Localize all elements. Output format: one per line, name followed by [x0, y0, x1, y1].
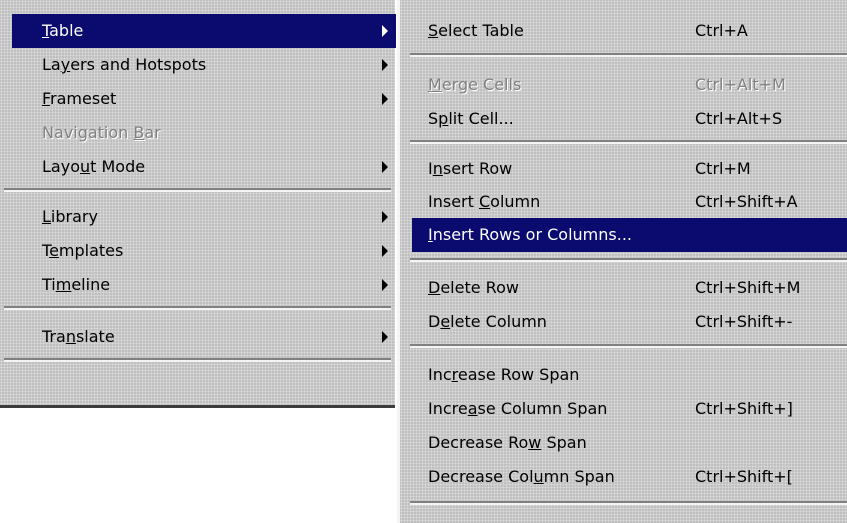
- menu-item-shortcut: Ctrl+Alt+S: [695, 109, 783, 128]
- menu-item-timeline[interactable]: Timeline: [12, 268, 396, 302]
- menu-item-layout-mode[interactable]: Layout Mode: [12, 150, 396, 184]
- submenu-arrow-icon: [382, 211, 388, 223]
- menu-item-shortcut: Ctrl+A: [695, 21, 748, 40]
- menu-item-label: Navigation Bar: [42, 123, 161, 142]
- submenu-arrow-icon: [382, 161, 388, 173]
- insert-menu-dropdown: Table Layers and Hotspots Frameset Navig…: [0, 0, 396, 408]
- submenu-arrow-icon: [382, 245, 388, 257]
- menu-item-insert-rows-or-columns[interactable]: Insert Rows or Columns...: [412, 218, 847, 252]
- menu-item-label: Translate: [42, 327, 115, 346]
- menu-item-shortcut: Ctrl+Shift+M: [695, 278, 801, 297]
- menu-item-label: Insert Rows or Columns...: [428, 225, 632, 244]
- menu-item-decrease-column-span[interactable]: Decrease Column Span Ctrl+Shift+[: [412, 460, 847, 494]
- menu-item-label: Select Table: [428, 21, 524, 40]
- menu-item-translate[interactable]: Translate: [12, 320, 396, 354]
- menu-item-delete-column[interactable]: Delete Column Ctrl+Shift+-: [412, 305, 847, 339]
- menu-item-label: Increase Row Span: [428, 365, 580, 384]
- menu-item-label: Layers and Hotspots: [42, 55, 207, 74]
- menu-item-label: Templates: [42, 241, 124, 260]
- menu-item-label: Delete Column: [428, 312, 547, 331]
- menu-item-insert-column[interactable]: Insert Column Ctrl+Shift+A: [412, 185, 847, 219]
- submenu-arrow-icon: [382, 25, 388, 37]
- menu-item-table[interactable]: Table: [12, 14, 396, 48]
- menu-item-shortcut: Ctrl+Shift+-: [695, 312, 793, 331]
- menu-item-label: Merge Cells: [428, 75, 522, 94]
- submenu-arrow-icon: [382, 59, 388, 71]
- menu-item-label: Decrease Row Span: [428, 433, 587, 452]
- menu-item-merge-cells: Merge Cells Ctrl+Alt+M: [412, 68, 847, 102]
- menu-item-label: Table: [42, 21, 84, 40]
- submenu-arrow-icon: [382, 93, 388, 105]
- menu-item-shortcut: Ctrl+Shift+]: [695, 399, 793, 418]
- menu-item-decrease-row-span[interactable]: Decrease Row Span: [412, 426, 847, 460]
- menu-item-shortcut: Ctrl+M: [695, 159, 751, 178]
- menu-item-increase-column-span[interactable]: Increase Column Span Ctrl+Shift+]: [412, 392, 847, 426]
- menu-separator: [4, 358, 391, 362]
- menu-separator: [4, 306, 391, 310]
- menu-separator: [410, 258, 847, 262]
- menu-separator: [410, 140, 847, 144]
- menu-item-label: Insert Column: [428, 192, 541, 211]
- menu-separator: [410, 501, 847, 505]
- menu-item-frameset[interactable]: Frameset: [12, 82, 396, 116]
- menu-item-label: Timeline: [42, 275, 111, 294]
- menu-item-library[interactable]: Library: [12, 200, 396, 234]
- menu-item-shortcut: Ctrl+Alt+M: [695, 75, 786, 94]
- menu-item-insert-row[interactable]: Insert Row Ctrl+M: [412, 152, 847, 186]
- menu-separator: [410, 53, 847, 57]
- menu-item-label: Library: [42, 207, 98, 226]
- menu-item-shortcut: Ctrl+Shift+[: [695, 467, 793, 486]
- menu-item-label: Increase Column Span: [428, 399, 608, 418]
- menu-item-select-table[interactable]: Select Table Ctrl+A: [412, 14, 847, 48]
- menu-item-label: Split Cell...: [428, 109, 514, 128]
- menu-item-navigation-bar: Navigation Bar: [12, 116, 396, 150]
- menu-item-layers-and-hotspots[interactable]: Layers and Hotspots: [12, 48, 396, 82]
- menu-item-increase-row-span[interactable]: Increase Row Span: [412, 358, 847, 392]
- menu-separator: [410, 344, 847, 348]
- submenu-arrow-icon: [382, 279, 388, 291]
- menu-item-split-cell[interactable]: Split Cell... Ctrl+Alt+S: [412, 102, 847, 136]
- menu-separator: [4, 188, 391, 192]
- submenu-arrow-icon: [382, 331, 388, 343]
- menu-item-label: Layout Mode: [42, 157, 146, 176]
- table-submenu: Select Table Ctrl+A Merge Cells Ctrl+Alt…: [397, 0, 847, 523]
- menu-item-label: Insert Row: [428, 159, 513, 178]
- menu-item-label: Frameset: [42, 89, 117, 108]
- menu-item-delete-row[interactable]: Delete Row Ctrl+Shift+M: [412, 271, 847, 305]
- menu-item-label: Decrease Column Span: [428, 467, 615, 486]
- menu-item-label: Delete Row: [428, 278, 519, 297]
- menu-item-templates[interactable]: Templates: [12, 234, 396, 268]
- menu-item-shortcut: Ctrl+Shift+A: [695, 192, 798, 211]
